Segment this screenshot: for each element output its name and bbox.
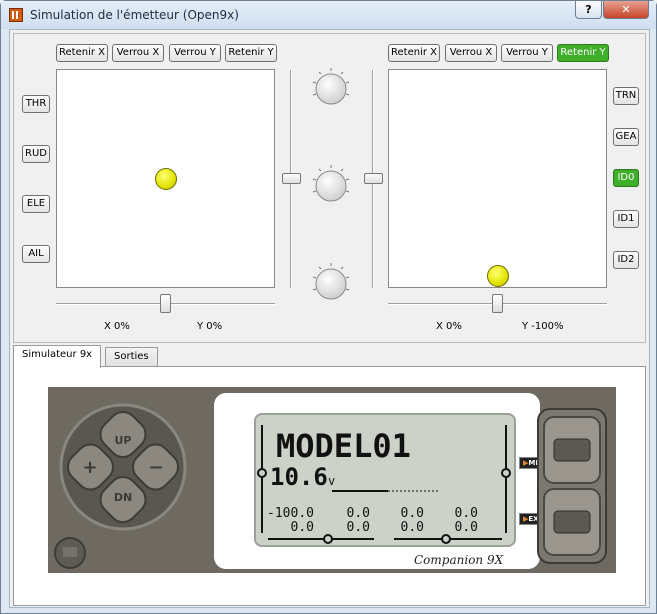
- switch-rud[interactable]: RUD: [22, 145, 50, 163]
- right-trim-horizontal[interactable]: [388, 293, 607, 315]
- lcd-value-7: 0.0: [455, 506, 478, 521]
- lcd-voltage: 10.6: [270, 463, 328, 491]
- client-area: Retenir X Verrou X Verrou Y Retenir Y TH…: [9, 29, 650, 608]
- right-vtrim-thumb[interactable]: [364, 173, 383, 184]
- brand-label: Companion 9X: [414, 553, 504, 567]
- pot-knob-1[interactable]: [310, 67, 352, 109]
- right-retenir-y-button[interactable]: Retenir Y: [557, 44, 609, 62]
- left-verrou-x-button[interactable]: Verrou X: [112, 44, 164, 62]
- lcd-voltage-unit: v: [328, 474, 335, 488]
- window-title: Simulation de l'émetteur (Open9x): [30, 8, 239, 22]
- radio-screen-bezel: MODEL01 10.6 v -100.0 0.0 0.0 0.0 0.0 0.…: [214, 393, 557, 569]
- left-stick-pad[interactable]: [56, 69, 275, 288]
- left-y-readout: Y 0%: [197, 321, 223, 332]
- left-verrou-y-button[interactable]: Verrou Y: [169, 44, 221, 62]
- radio-transmitter: UP DN + − MODEL01 10.6 v -100.0 0.0 0.0 …: [48, 387, 616, 573]
- switch-ele[interactable]: ELE: [22, 195, 50, 213]
- lcd-value-4: 0.0: [347, 520, 370, 535]
- right-retenir-x-button[interactable]: Retenir X: [388, 44, 440, 62]
- left-trim-thumb[interactable]: [160, 294, 171, 313]
- down-key-label: DN: [114, 491, 132, 504]
- pot-knob-3[interactable]: [310, 262, 352, 304]
- lcd-value-5: 0.0: [401, 506, 424, 521]
- close-button[interactable]: ✕: [603, 1, 649, 19]
- simulator-tab-panel: UP DN + − MODEL01 10.6 v -100.0 0.0 0.0 …: [13, 366, 646, 606]
- app-icon: [9, 8, 23, 22]
- lcd-value-3: 0.0: [347, 506, 370, 521]
- title-bar: Simulation de l'émetteur (Open9x) ? ✕: [1, 1, 656, 29]
- lcd-value-6: 0.0: [401, 520, 424, 535]
- switch-trn[interactable]: TRN: [613, 87, 639, 105]
- simulator-window: Simulation de l'émetteur (Open9x) ? ✕ Re…: [0, 0, 657, 614]
- lcd-display: MODEL01 10.6 v -100.0 0.0 0.0 0.0 0.0 0.…: [254, 413, 516, 547]
- right-stick-pad[interactable]: [388, 69, 607, 288]
- left-retenir-x-button[interactable]: Retenir X: [56, 44, 108, 62]
- left-stick-handle[interactable]: [154, 167, 177, 190]
- sticks-panel: Retenir X Verrou X Verrou Y Retenir Y TH…: [13, 33, 646, 343]
- minus-key-label: −: [148, 457, 163, 478]
- right-trim-vertical[interactable]: [363, 70, 385, 288]
- tab-simulateur[interactable]: Simulateur 9x: [13, 345, 102, 368]
- right-x-readout: X 0%: [436, 321, 462, 332]
- tab-sorties[interactable]: Sorties: [105, 347, 158, 367]
- right-y-readout: Y -100%: [522, 321, 564, 332]
- left-trim-horizontal[interactable]: [56, 293, 275, 315]
- lcd-model-name: MODEL01: [276, 427, 411, 465]
- right-trim-thumb[interactable]: [492, 294, 503, 313]
- switch-id0[interactable]: ID0: [613, 169, 639, 187]
- left-trim-vertical[interactable]: [281, 70, 303, 288]
- switch-ail[interactable]: AIL: [22, 245, 50, 263]
- lcd-value-8: 0.0: [455, 520, 478, 535]
- lcd-content: MODEL01 10.6 v -100.0 0.0 0.0 0.0 0.0 0.…: [257, 425, 511, 544]
- help-button[interactable]: ?: [575, 1, 602, 19]
- plus-key-label: +: [82, 457, 97, 478]
- rocker-keys: [537, 408, 607, 564]
- keypad: UP DN + −: [54, 403, 187, 569]
- switch-id2[interactable]: ID2: [613, 251, 639, 269]
- right-verrou-x-button[interactable]: Verrou X: [445, 44, 497, 62]
- switch-gea[interactable]: GEA: [613, 128, 639, 146]
- lcd-value-2: 0.0: [291, 520, 314, 535]
- left-retenir-y-button[interactable]: Retenir Y: [225, 44, 277, 62]
- tab-bar: Simulateur 9x Sorties: [13, 345, 613, 368]
- right-verrou-y-button[interactable]: Verrou Y: [501, 44, 553, 62]
- switch-id1[interactable]: ID1: [613, 210, 639, 228]
- switch-thr[interactable]: THR: [22, 95, 50, 113]
- lcd-value-1: -100.0: [267, 506, 314, 521]
- right-stick-handle[interactable]: [486, 265, 509, 287]
- up-key-label: UP: [115, 434, 132, 447]
- left-x-readout: X 0%: [104, 321, 130, 332]
- pot-knob-2[interactable]: [310, 164, 352, 206]
- left-vtrim-thumb[interactable]: [282, 173, 301, 184]
